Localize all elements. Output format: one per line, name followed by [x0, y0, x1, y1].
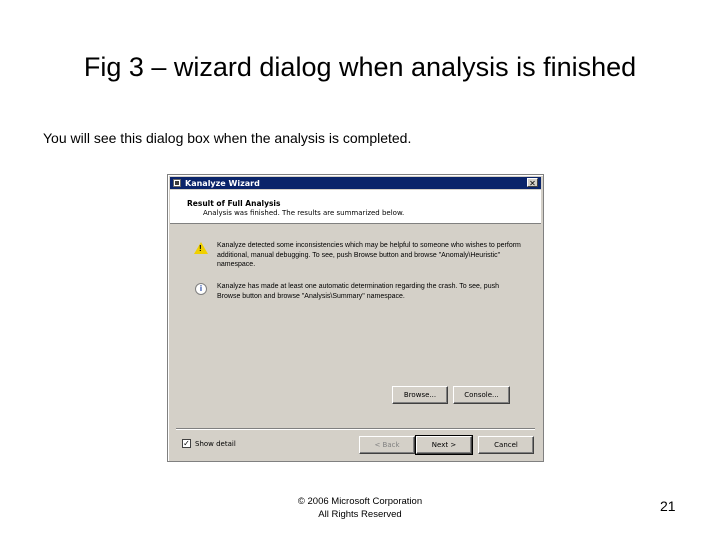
back-button[interactable]: < Back — [359, 436, 415, 454]
show-detail-label: Show detail — [195, 440, 236, 448]
footer-copyright-line2: All Rights Reserved — [318, 509, 402, 520]
dialog-title: Kanalyze Wizard — [185, 178, 260, 188]
show-detail-checkbox[interactable]: ✓ — [182, 439, 191, 448]
app-icon — [173, 179, 181, 187]
slide-body-text: You will see this dialog box when the an… — [43, 130, 412, 146]
browse-button[interactable]: Browse... — [392, 386, 448, 404]
close-button[interactable]: ✕ — [527, 178, 538, 188]
dialog-titlebar[interactable]: Kanalyze Wizard ✕ — [170, 177, 541, 189]
kanalyze-wizard-dialog: Kanalyze Wizard ✕ Result of Full Analysi… — [167, 174, 544, 462]
slide-title: Fig 3 – wizard dialog when analysis is f… — [83, 52, 637, 82]
console-button[interactable]: Console... — [453, 386, 510, 404]
warning-icon: ! — [194, 242, 208, 254]
wizard-header-subtitle: Analysis was finished. The results are s… — [203, 209, 405, 217]
wizard-header-title: Result of Full Analysis — [187, 199, 281, 208]
wizard-header: Result of Full Analysis Analysis was fin… — [170, 190, 541, 224]
warning-message: Kanalyze detected some inconsistencies w… — [217, 242, 521, 268]
info-message: Kanalyze has made at least one automatic… — [217, 283, 499, 300]
button-separator — [176, 428, 535, 430]
footer-copyright-line1: © 2006 Microsoft Corporation — [297, 496, 423, 507]
cancel-button[interactable]: Cancel — [478, 436, 534, 454]
footer-copyright: © 2006 Microsoft Corporation All Rights … — [0, 495, 720, 521]
next-button[interactable]: Next > — [415, 435, 473, 455]
info-icon: i — [195, 283, 207, 295]
page-number: 21 — [660, 498, 676, 514]
